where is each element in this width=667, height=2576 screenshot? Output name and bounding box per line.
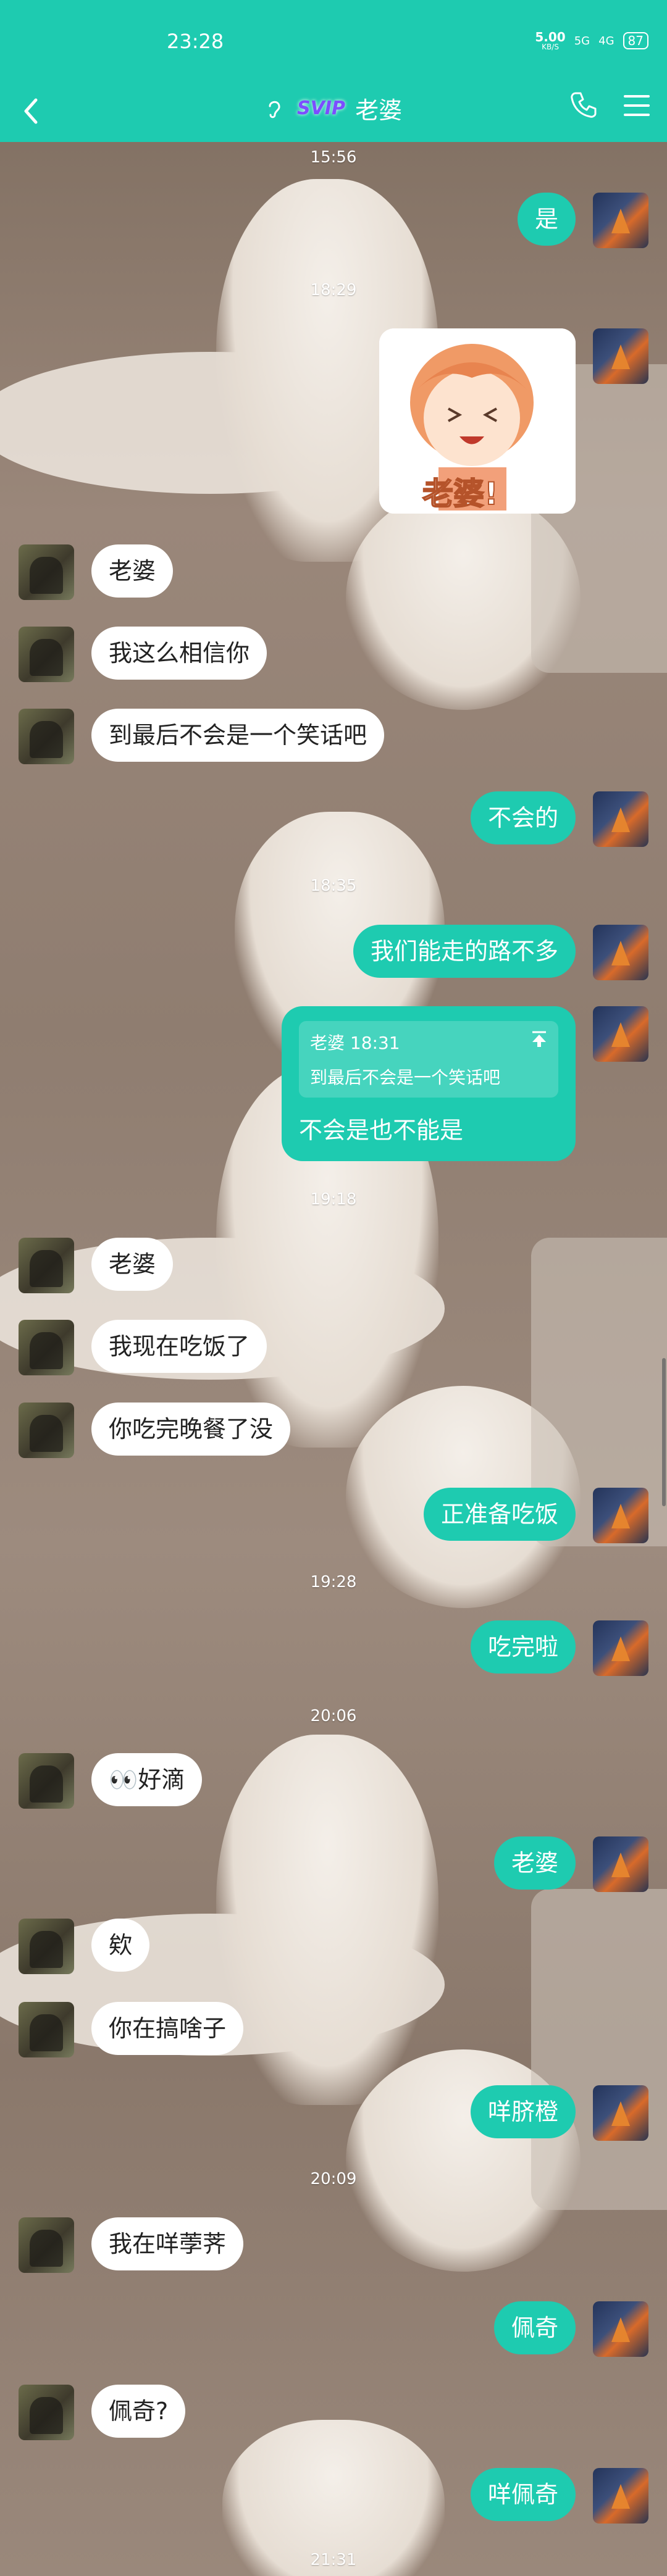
- message-bubble[interactable]: 你在搞啥子: [91, 2002, 244, 2055]
- signal-5g-icon: 5G: [574, 34, 590, 48]
- chat-background-photo: [0, 1728, 667, 2284]
- contact-avatar[interactable]: [19, 1753, 74, 1809]
- eyes-emoji: 👀: [109, 1766, 138, 1793]
- timestamp: 18:29: [310, 281, 357, 299]
- battery-icon: 87: [623, 32, 648, 49]
- message-bubble[interactable]: 👀好滴: [91, 1753, 203, 1806]
- timestamp: 18:35: [310, 877, 357, 895]
- contact-avatar[interactable]: [19, 1919, 74, 1974]
- my-avatar[interactable]: [593, 925, 648, 980]
- contact-avatar[interactable]: [19, 544, 74, 600]
- phone-icon[interactable]: [568, 90, 599, 120]
- status-icons: 5.00 KB/S 5G 4G 87: [535, 31, 648, 51]
- my-avatar[interactable]: [593, 328, 648, 384]
- message-bubble[interactable]: 我在咩荸荠: [91, 2217, 244, 2270]
- message-bubble[interactable]: 到最后不会是一个笑话吧: [91, 709, 385, 762]
- message-bubble[interactable]: 你吃完晚餐了没: [91, 1403, 291, 1456]
- timestamp: 19:18: [310, 1190, 357, 1209]
- contact-avatar[interactable]: [19, 2217, 74, 2273]
- contact-avatar[interactable]: [19, 2385, 74, 2440]
- message-bubble[interactable]: 老婆: [91, 1238, 174, 1291]
- my-avatar[interactable]: [593, 1620, 648, 1676]
- reply-text: 不会是也不能是: [299, 1117, 464, 1144]
- contact-avatar[interactable]: [19, 627, 74, 682]
- status-time: 23:28: [167, 30, 224, 53]
- message-bubble[interactable]: 我这么相信你: [91, 627, 267, 680]
- jump-to-quote-icon[interactable]: [530, 1030, 548, 1048]
- my-avatar[interactable]: [593, 1488, 648, 1543]
- reply-bubble[interactable]: 老婆 18:31 到最后不会是一个笑话吧 不会是也不能是: [282, 1006, 576, 1161]
- my-avatar[interactable]: [593, 2468, 648, 2524]
- message-bubble[interactable]: 佩奇: [493, 2301, 576, 2354]
- contact-avatar[interactable]: [19, 2002, 74, 2057]
- signal-4g-icon: 4G: [598, 34, 615, 48]
- sticker-caption: 老婆!: [422, 475, 499, 512]
- my-avatar[interactable]: [593, 791, 648, 847]
- timestamp: 15:56: [310, 148, 357, 167]
- quoted-message[interactable]: 老婆 18:31 到最后不会是一个笑话吧: [299, 1021, 558, 1098]
- message-bubble[interactable]: 是: [517, 193, 576, 246]
- message-bubble[interactable]: 佩奇?: [91, 2385, 186, 2438]
- message-bubble[interactable]: 我现在吃饭了: [91, 1320, 267, 1373]
- message-bubble[interactable]: 老婆: [493, 1836, 576, 1890]
- network-speed: 5.00 KB/S: [535, 30, 566, 51]
- quote-header: 老婆 18:31: [310, 1033, 400, 1053]
- message-bubble[interactable]: 吃完啦: [470, 1620, 576, 1674]
- quote-text: 到最后不会是一个笑话吧: [310, 1067, 501, 1088]
- contact-avatar[interactable]: [19, 1320, 74, 1375]
- message-bubble[interactable]: 不会的: [470, 791, 576, 844]
- timestamp: 19:28: [310, 1573, 357, 1591]
- svip-badge: SVIP: [297, 98, 345, 119]
- contact-avatar[interactable]: [19, 709, 74, 764]
- status-bar: 23:28 5.00 KB/S 5G 4G 87: [0, 0, 667, 83]
- message-bubble[interactable]: 老婆: [91, 544, 174, 598]
- sticker-image[interactable]: 老婆!: [379, 328, 576, 514]
- my-avatar[interactable]: [593, 193, 648, 248]
- timestamp: 21:31: [310, 2551, 357, 2569]
- my-avatar[interactable]: [593, 1006, 648, 1062]
- contact-name: 老婆: [355, 97, 403, 124]
- message-bubble[interactable]: 欸: [91, 1919, 150, 1972]
- message-bubble[interactable]: 咩佩奇: [470, 2468, 576, 2521]
- menu-icon[interactable]: [623, 93, 651, 119]
- message-bubble[interactable]: 我们能走的路不多: [353, 925, 576, 978]
- message-bubble[interactable]: 咩脐橙: [470, 2085, 576, 2138]
- ear-icon: [269, 101, 280, 118]
- message-bubble[interactable]: 正准备吃饭: [423, 1488, 576, 1541]
- timestamp: 20:09: [310, 2170, 357, 2188]
- contact-avatar[interactable]: [19, 1403, 74, 1458]
- my-avatar[interactable]: [593, 1836, 648, 1892]
- contact-avatar[interactable]: [19, 1238, 74, 1293]
- my-avatar[interactable]: [593, 2085, 648, 2141]
- chat-title[interactable]: SVIP 老婆: [0, 91, 667, 125]
- timestamp: 20:06: [310, 1707, 357, 1725]
- my-avatar[interactable]: [593, 2301, 648, 2357]
- chat-screen: { "status": {"time": "23:28", "speed_val…: [0, 0, 667, 2576]
- scrollbar[interactable]: [662, 1358, 666, 1506]
